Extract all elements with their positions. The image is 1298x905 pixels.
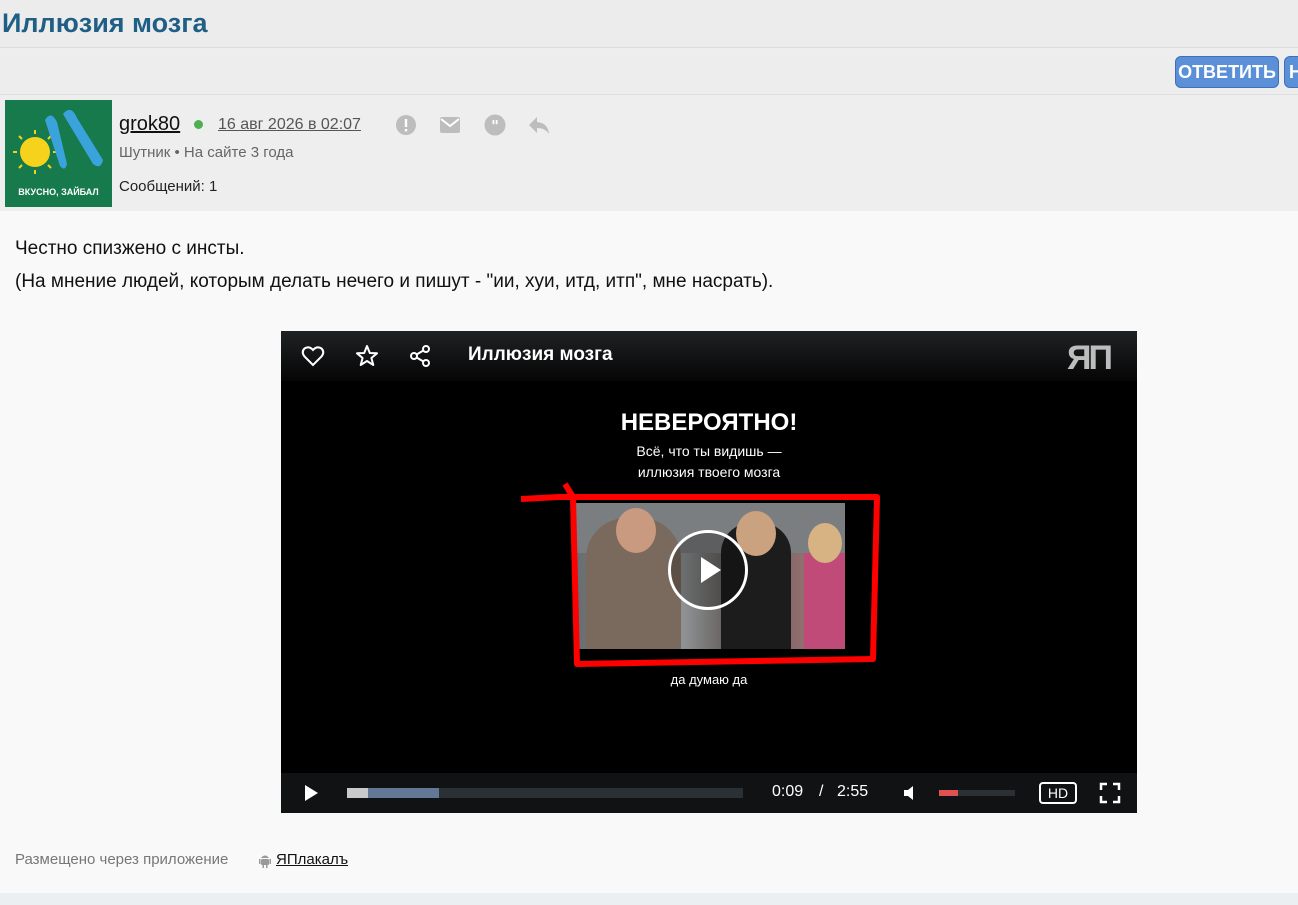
user-rank: Шутник • На сайте 3 года	[119, 144, 294, 161]
username-link[interactable]: grok80	[119, 113, 180, 136]
action-bar: ОТВЕТИТЬ Н	[0, 49, 1298, 95]
post-header: ВКУСНО, ЗАЙБАЛ grok80 16 авг 2026 в 02:0…	[0, 96, 1298, 211]
mail-icon[interactable]	[438, 113, 462, 137]
page-header: Иллюзия мозга	[0, 0, 1298, 48]
video-controls: 0:09 / 2:55 HD	[281, 773, 1137, 813]
video-subline: Всё, что ты видишь —	[636, 443, 782, 459]
video-title: Иллюзия мозга	[468, 344, 613, 365]
reply-button[interactable]: ОТВЕТИТЬ	[1175, 56, 1279, 88]
video-logo: ЯП	[1067, 339, 1113, 377]
progress-played	[347, 788, 368, 798]
progress-bar[interactable]	[347, 788, 743, 798]
video-headline: НЕВЕРОЯТНО!	[620, 409, 798, 436]
svg-text:": "	[491, 117, 499, 135]
app-link[interactable]: ЯПлакалъ	[276, 851, 348, 868]
current-time: 0:09	[772, 783, 804, 800]
reply-icon[interactable]	[527, 113, 551, 137]
heart-icon[interactable]	[301, 344, 325, 368]
share-icon[interactable]	[408, 344, 432, 368]
avatar-caption: ВКУСНО, ЗАЙБАЛ	[18, 187, 99, 197]
volume-slider[interactable]	[939, 790, 1015, 796]
volume-icon[interactable]	[901, 783, 921, 803]
video-player[interactable]: Иллюзия мозга ЯП НЕВЕРОЯТНО! Всё, что ты…	[281, 331, 1137, 813]
next-button[interactable]: Н	[1284, 56, 1298, 88]
video-caption: да думаю да	[670, 672, 748, 687]
post-body: Честно спизжено с инсты. (На мнение люде…	[0, 211, 1298, 893]
volume-level	[939, 790, 958, 796]
video-subline: иллюзия твоего мозга	[637, 464, 781, 480]
play-icon[interactable]	[301, 783, 321, 803]
duration: 2:55	[837, 783, 869, 800]
star-icon[interactable]	[355, 344, 379, 368]
video-top-bar: Иллюзия мозга ЯП	[281, 331, 1137, 381]
quote-icon[interactable]: "	[483, 113, 507, 137]
posted-via-label: Размещено через приложение	[15, 851, 229, 868]
online-status-indicator	[194, 120, 203, 129]
fullscreen-icon[interactable]	[1099, 782, 1121, 804]
hd-quality-button[interactable]: HD	[1039, 782, 1077, 804]
post-text-line: Честно спизжено с инсты.	[15, 238, 245, 259]
time-separator: /	[819, 783, 824, 800]
avatar[interactable]: ВКУСНО, ЗАЙБАЛ	[5, 100, 112, 207]
play-icon	[701, 557, 721, 583]
post-date-link[interactable]: 16 авг 2026 в 02:07	[218, 116, 361, 134]
message-count: Сообщений: 1	[119, 178, 218, 195]
post-text-line: (На мнение людей, которым делать нечего …	[15, 271, 774, 292]
alert-icon[interactable]	[394, 113, 418, 137]
android-icon	[259, 855, 271, 868]
big-play-button[interactable]	[668, 530, 748, 610]
page-title: Иллюзия мозга	[2, 8, 208, 38]
